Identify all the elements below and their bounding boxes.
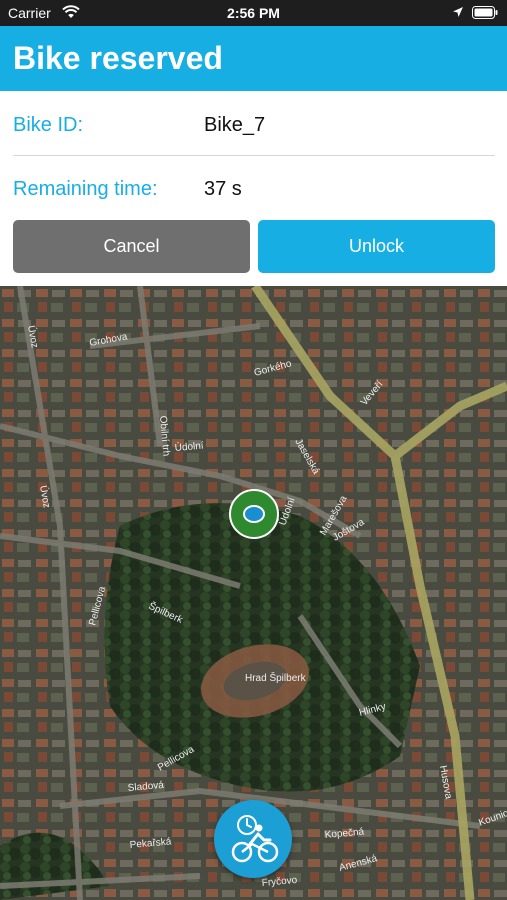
remaining-time-row: Remaining time: 37 s xyxy=(0,170,507,210)
cancel-button[interactable]: Cancel xyxy=(13,220,250,273)
status-bar: Carrier 2:56 PM xyxy=(0,0,507,26)
bike-id-value: Bike_7 xyxy=(204,114,266,136)
cyclist-timer-button[interactable] xyxy=(214,800,292,878)
row-divider xyxy=(13,155,495,156)
unlock-button[interactable]: Unlock xyxy=(258,220,495,273)
header-bar: Bike reserved xyxy=(0,26,507,91)
bike-marker-icon[interactable] xyxy=(229,489,279,539)
street-label: Hrad Špilberk xyxy=(245,671,307,684)
page-title: Bike reserved xyxy=(13,40,223,76)
cyclist-timer-icon xyxy=(231,815,279,863)
bike-id-row: Bike ID: Bike_7 xyxy=(0,106,507,146)
battery-icon xyxy=(472,6,498,19)
bike-marker-center xyxy=(243,505,265,523)
remaining-time-value: 37 s xyxy=(204,178,242,200)
location-arrow-icon xyxy=(453,7,463,17)
bike-id-label: Bike ID: xyxy=(13,114,84,136)
status-time: 2:56 PM xyxy=(227,5,280,21)
remaining-time-label: Remaining time: xyxy=(13,178,158,200)
